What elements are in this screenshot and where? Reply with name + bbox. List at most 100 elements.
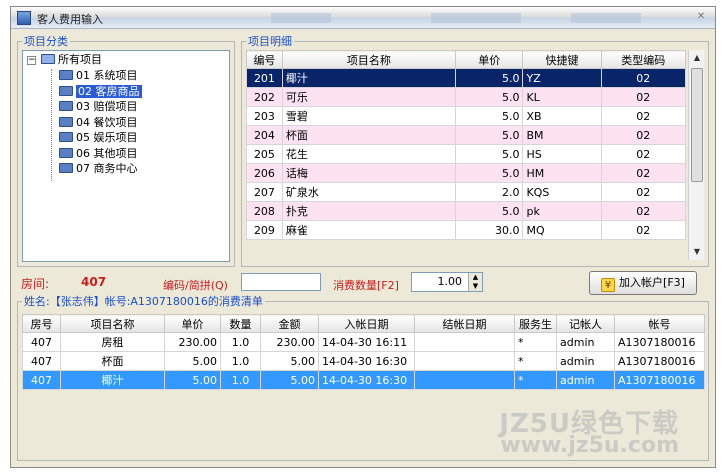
- collapse-icon[interactable]: −: [27, 56, 36, 65]
- table-row[interactable]: 407 房租 230.00 1.0 230.00 14-04-30 16:11 * admin…: [22, 332, 705, 352]
- scroll-up-icon[interactable]: ▲: [689, 50, 705, 66]
- qty-spin-buttons[interactable]: ▲ ▼: [468, 273, 482, 291]
- scroll-down-icon[interactable]: ▼: [689, 244, 705, 260]
- tree-item-label: 07 商务中心: [76, 162, 138, 175]
- window-title: 客人费用输入: [37, 13, 103, 26]
- folder-icon: [59, 147, 73, 158]
- table-row[interactable]: 204 杯面 5.0 BM 02: [246, 125, 687, 145]
- fee-input-window: 客人费用输入 ✕ 项目分类 − 所有项目 01 系统项目 02 客房商品 03 赔偿…: [10, 6, 716, 468]
- bill-cell-account: A1307180016: [614, 370, 705, 390]
- detail-cell-price: 5.0: [454, 163, 524, 183]
- detail-cell-price: 5.0: [454, 144, 524, 164]
- qty-value: 1.00: [437, 275, 463, 288]
- detail-table[interactable]: 编号 项目名称 单价 快捷键 类型编码 201 椰汁 5.0 YZ 02 202 可乐 5.0 KL 02…: [246, 50, 687, 240]
- detail-cell-type: 02: [600, 106, 687, 126]
- bill-col-header[interactable]: 数量: [220, 314, 261, 333]
- detail-cell-name: 话梅: [281, 163, 456, 183]
- table-row[interactable]: 407 椰汁 5.00 1.0 5.00 14-04-30 16:30 * admin A130…: [22, 370, 705, 390]
- bill-col-header[interactable]: 记帐人: [556, 314, 615, 333]
- bill-cell-date: 14-04-30 16:11: [318, 332, 415, 352]
- table-row[interactable]: 209 麻雀 30.0 MQ 02: [246, 220, 687, 240]
- detail-cell-key: KQS: [522, 182, 602, 202]
- tree-item-07[interactable]: 07 商务中心: [59, 161, 138, 176]
- qty-label: 消费数量[F2]: [333, 279, 399, 292]
- detail_group-col-header[interactable]: 编号: [246, 50, 283, 69]
- bill-col-header[interactable]: 服务生: [514, 314, 557, 333]
- detail-group-legend: 项目明细: [246, 35, 294, 48]
- close-icon[interactable]: ✕: [693, 10, 709, 24]
- add-to-account-button[interactable]: ¥ 加入帐户[F3]: [589, 271, 697, 295]
- tree-item-03[interactable]: 03 赔偿项目: [59, 99, 138, 114]
- detail-group: 项目明细 编号 项目名称 单价 快捷键 类型编码 201 椰汁 5.0 YZ 02 202 可乐 5.…: [241, 35, 709, 267]
- table-row[interactable]: 205 花生 5.0 HS 02: [246, 144, 687, 164]
- table-row[interactable]: 407 杯面 5.00 1.0 5.00 14-04-30 16:30 * admin A130…: [22, 351, 705, 371]
- bill-col-header[interactable]: 房号: [22, 314, 61, 333]
- detail_group-col-header[interactable]: 快捷键: [522, 50, 602, 69]
- detail-cell-id: 202: [246, 87, 283, 107]
- table-row[interactable]: 202 可乐 5.0 KL 02: [246, 87, 687, 107]
- spin-down-icon[interactable]: ▼: [469, 282, 482, 291]
- bill-col-header[interactable]: 金额: [260, 314, 319, 333]
- category-group-legend: 项目分类: [22, 35, 70, 48]
- bill-cell-qty: 1.0: [220, 332, 261, 352]
- code-input[interactable]: [241, 273, 321, 291]
- detail_group-col-header[interactable]: 单价: [454, 50, 524, 69]
- tree-item-label: 05 娱乐项目: [76, 131, 138, 144]
- detail-cell-type: 02: [600, 182, 687, 202]
- table-row[interactable]: 208 扑克 5.0 pk 02: [246, 201, 687, 221]
- bill-col-header[interactable]: 结帐日期: [414, 314, 515, 333]
- bill-col-header[interactable]: 入帐日期: [318, 314, 415, 333]
- folder-icon: [41, 54, 55, 64]
- bill-cell-waiter: *: [514, 351, 557, 371]
- qty-stepper[interactable]: 1.00 ▲ ▼: [411, 272, 483, 292]
- tree-item-label: 02 客房商品: [76, 84, 142, 98]
- bill-cell-clerk: admin: [556, 332, 615, 352]
- bill-table[interactable]: 房号 项目名称 单价 数量 金额 入帐日期 结帐日期 服务生 记帐人 帐号 407 房租 230.00…: [22, 314, 705, 390]
- folder-icon: [59, 132, 73, 142]
- table-row[interactable]: 201 椰汁 5.0 YZ 02: [246, 68, 687, 88]
- detail-cell-id: 204: [246, 125, 283, 145]
- detail-cell-key: pk: [522, 201, 602, 221]
- spin-up-icon[interactable]: ▲: [469, 273, 482, 282]
- detail-cell-id: 207: [246, 182, 283, 202]
- bill-cell-clerk: admin: [556, 351, 615, 371]
- detail_group-col-header[interactable]: 项目名称: [281, 50, 456, 69]
- bill-cell-room: 407: [22, 370, 61, 390]
- detail-cell-type: 02: [600, 220, 687, 240]
- tree-root[interactable]: 所有项目: [41, 52, 102, 67]
- bill-cell-name: 椰汁: [60, 370, 165, 390]
- bill-cell-amount: 230.00: [260, 332, 319, 352]
- detail-cell-key: YZ: [522, 68, 602, 88]
- bill-cell-price: 5.00: [164, 370, 221, 390]
- tree-item-01[interactable]: 01 系统项目: [59, 68, 138, 83]
- detail-cell-key: XB: [522, 106, 602, 126]
- detail_group-col-header[interactable]: 类型编码: [600, 50, 687, 69]
- bill-col-header[interactable]: 帐号: [614, 314, 705, 333]
- folder-icon: [59, 163, 73, 173]
- tree-item-label: 06 其他项目: [76, 146, 138, 160]
- bill-cell-date: 14-04-30 16:30: [318, 370, 415, 390]
- tree-item-02[interactable]: 02 客房商品: [59, 84, 142, 99]
- tree-item-05[interactable]: 05 娱乐项目: [59, 130, 138, 145]
- category-tree[interactable]: − 所有项目 01 系统项目 02 客房商品 03 赔偿项目 04 餐饮项目 05 娱乐…: [22, 50, 230, 262]
- bill-cell-qty: 1.0: [220, 351, 261, 371]
- detail-cell-id: 205: [246, 144, 283, 164]
- title-decoration: [571, 13, 641, 23]
- detail-cell-key: HM: [522, 163, 602, 183]
- bill-col-header[interactable]: 项目名称: [60, 314, 165, 333]
- folder-icon: [59, 101, 73, 111]
- detail-cell-name: 花生: [281, 144, 456, 164]
- table-row[interactable]: 207 矿泉水 2.0 KQS 02: [246, 182, 687, 202]
- tree-item-06[interactable]: 06 其他项目: [59, 146, 138, 161]
- detail-scrollbar[interactable]: ▲ ▼: [688, 50, 704, 260]
- folder-icon: [59, 70, 73, 80]
- table-row[interactable]: 206 话梅 5.0 HM 02: [246, 163, 687, 183]
- tree-line: [51, 69, 52, 181]
- detail-cell-type: 02: [600, 144, 687, 164]
- bill-cell-amount: 5.00: [260, 370, 319, 390]
- bill-col-header[interactable]: 单价: [164, 314, 221, 333]
- title-bar[interactable]: 客人费用输入 ✕: [11, 7, 715, 29]
- scroll-thumb[interactable]: [691, 68, 703, 182]
- table-row[interactable]: 203 雪碧 5.0 XB 02: [246, 106, 687, 126]
- tree-item-04[interactable]: 04 餐饮项目: [59, 115, 138, 130]
